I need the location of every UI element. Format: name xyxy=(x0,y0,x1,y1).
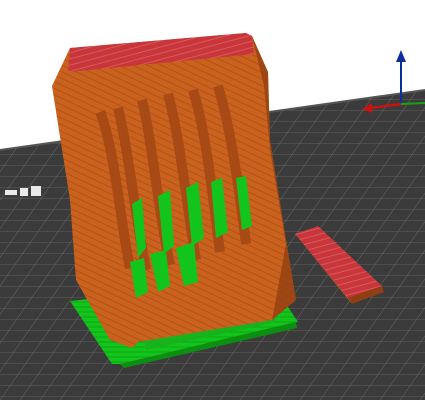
printed-model[interactable] xyxy=(52,33,296,348)
3d-viewport[interactable] xyxy=(0,0,425,400)
scene-canvas[interactable] xyxy=(0,0,425,400)
